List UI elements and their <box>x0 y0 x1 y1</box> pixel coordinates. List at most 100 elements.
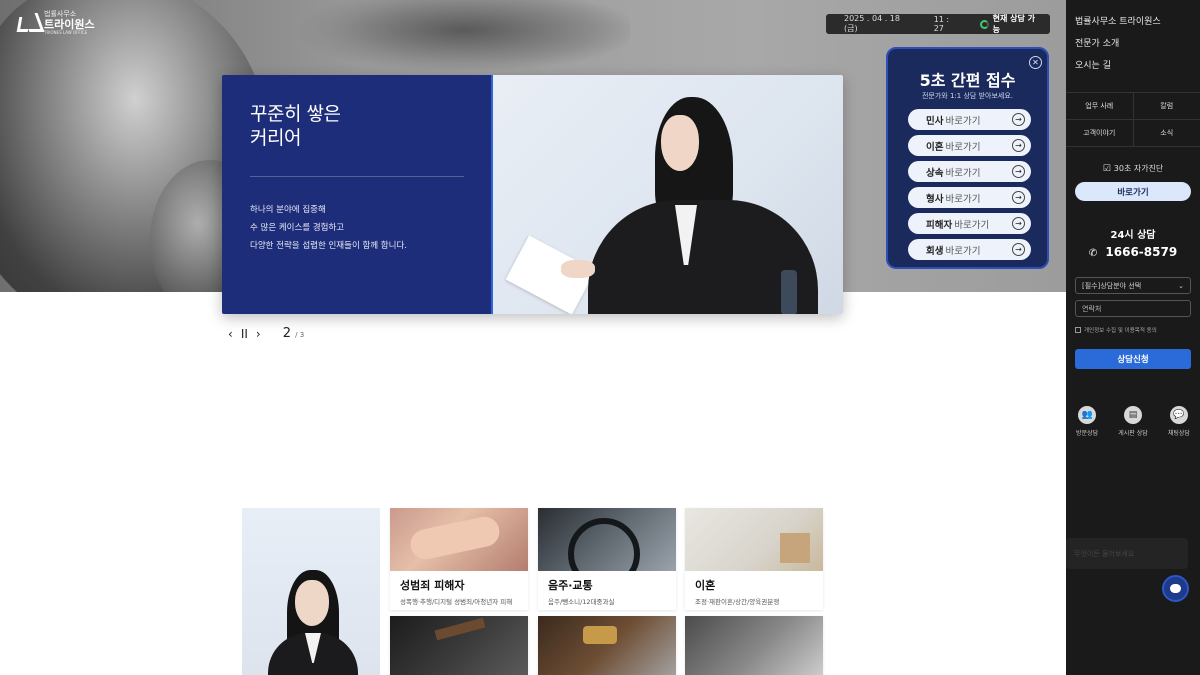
tab-cases[interactable]: 업무 사례 <box>1066 93 1133 119</box>
quick-link-list: 민사 바로가기 → 이혼 바로가기 → 상속 바로가기 → 형사 바로가기 → … <box>908 109 1031 260</box>
chat-bubble-icon: 💬 <box>1169 406 1188 424</box>
quick-subtitle: 전문가와 1:1 상담 받아보세요. <box>921 92 1013 100</box>
channel-label: 방문상담 <box>1076 430 1099 437</box>
tab-news[interactable]: 소식 <box>1132 120 1200 146</box>
quick-link-name: 이혼 <box>926 141 944 153</box>
ornament-decoration <box>300 0 630 70</box>
hours-label: 24시 상담 <box>1110 230 1156 241</box>
practice-card-sexual-crime-victim[interactable]: 성범죄 피해자 성폭행·추행/디지털 성범죄/아청년자 피해 <box>390 508 528 610</box>
quick-link-rehabilitation[interactable]: 회생 바로가기 → <box>908 239 1031 260</box>
privacy-agree[interactable]: 개인정보 수집 및 이용목적 동의 <box>1075 326 1157 334</box>
practice-title: 성범죄 피해자 <box>400 579 465 592</box>
people-icon: 👥 <box>1078 406 1097 424</box>
channel-label: 채팅상담 <box>1167 430 1190 437</box>
practice-card-row2-1[interactable] <box>390 616 528 675</box>
slide-photo <box>491 75 843 314</box>
quick-link-victim[interactable]: 피해자 바로가기 → <box>908 213 1031 234</box>
quick-link-suffix: 바로가기 <box>945 193 981 205</box>
quick-link-suffix: 바로가기 <box>945 141 981 153</box>
board-icon: ▤ <box>1123 406 1142 424</box>
hero-slide[interactable]: 꾸준히 쌓은 커리어 하나의 분야에 집중해 수 많은 케이스를 경험하고 다양… <box>222 75 843 314</box>
quick-link-name: 상속 <box>926 167 944 179</box>
slide-desc-line2: 수 많은 케이스를 경험하고 <box>250 223 345 233</box>
tab-row: 고객이야기 소식 <box>1066 120 1200 147</box>
quick-link-civil[interactable]: 민사 바로가기 → <box>908 109 1031 130</box>
quick-link-suffix: 바로가기 <box>954 219 990 231</box>
chat-launcher-icon[interactable] <box>1162 575 1189 602</box>
profile-face <box>295 580 329 626</box>
self-check-button[interactable]: 바로가기 <box>1075 182 1191 201</box>
logo-text: 법률사무소 트라이원스 TRIONES LAW OFFICE <box>44 11 95 35</box>
arrow-right-icon: → <box>1012 139 1025 152</box>
slide-description: 하나의 분야에 집중해 수 많은 케이스를 경험하고 다양한 전략을 섭렵한 인… <box>250 201 407 255</box>
slide-title-line2: 커리어 <box>250 127 301 149</box>
nav-firm[interactable]: 법률사무소 트라이원스 <box>1075 14 1161 27</box>
quick-link-suffix: 바로가기 <box>945 167 981 179</box>
agree-checkbox[interactable] <box>1075 327 1081 333</box>
date-status-bar: 2025 . 04 . 18 (금) 11 : 27 현재 상담 가능 <box>826 14 1050 34</box>
practice-card-row2-3[interactable] <box>685 616 823 675</box>
quick-link-name: 형사 <box>926 193 944 205</box>
channel-board[interactable]: ▤ 게시판 상담 <box>1118 406 1148 437</box>
consult-field-select[interactable]: [필수]상담분야 선택 ⌄ <box>1075 277 1191 294</box>
channel-visit[interactable]: 👥 방문상담 <box>1076 406 1098 437</box>
pause-icon[interactable]: II <box>241 327 248 341</box>
practice-title: 음주·교통 <box>548 579 593 592</box>
chair <box>781 270 797 314</box>
tab-row: 업무 사례 칼럼 <box>1066 93 1200 120</box>
practice-card-divorce[interactable]: 이혼 조정·재판이혼/상간/양육권분쟁 <box>685 508 823 610</box>
practice-title: 이혼 <box>695 579 716 592</box>
consult-status: 현재 상담 가능 <box>979 13 1042 35</box>
slide-desc-line1: 하나의 분야에 집중해 <box>250 205 326 215</box>
logo[interactable]: 법률사무소 트라이원스 TRIONES LAW OFFICE <box>16 11 95 35</box>
quick-consult-panel: ✕ 5초 간편 접수 전문가와 1:1 상담 받아보세요. 민사 바로가기 → … <box>886 47 1049 269</box>
chevron-down-icon: ⌄ <box>1178 281 1184 290</box>
quick-link-name: 회생 <box>926 245 944 257</box>
quick-link-name: 민사 <box>926 115 944 127</box>
practice-image <box>685 616 823 675</box>
arrow-right-icon: → <box>1012 243 1025 256</box>
quick-link-suffix: 바로가기 <box>945 115 981 127</box>
select-value: [필수]상담분야 선택 <box>1082 281 1142 290</box>
self-check-label: 30초 자가진단 <box>1066 163 1200 174</box>
slide-desc-line3: 다양한 전략을 섭렵한 인재들이 함께 합니다. <box>250 241 407 251</box>
quick-link-criminal[interactable]: 형사 바로가기 → <box>908 187 1031 208</box>
next-slide-icon[interactable]: › <box>256 327 261 341</box>
practice-label: 이혼 조정·재판이혼/상간/양육권분쟁 <box>685 571 823 606</box>
quick-link-inheritance[interactable]: 상속 바로가기 → <box>908 161 1031 182</box>
quick-title: 5초 간편 접수 <box>919 71 1016 90</box>
nav-directions[interactable]: 오시는 길 <box>1075 58 1161 71</box>
practice-card-dui-traffic[interactable]: 음주·교통 음주/뺑소니/12대중과실 <box>538 508 676 610</box>
logo-name: 트라이원스 <box>44 18 95 31</box>
slide-total: / 3 <box>295 331 305 339</box>
practice-subtitle: 성폭행·추행/디지털 성범죄/아청년자 피해 <box>400 598 513 606</box>
arrow-right-icon: → <box>1012 191 1025 204</box>
nav-experts[interactable]: 전문가 소개 <box>1075 36 1161 49</box>
contact-input[interactable]: 연락처 <box>1075 300 1191 317</box>
channel-chat[interactable]: 💬 채팅상담 <box>1168 406 1190 437</box>
consult-submit-button[interactable]: 상담신청 <box>1075 349 1191 369</box>
slide-current: 2 <box>282 326 291 341</box>
quick-link-name: 피해자 <box>926 219 953 231</box>
lawyer-profile-photo <box>242 508 380 675</box>
tab-column[interactable]: 칼럼 <box>1132 93 1200 119</box>
consult-channels: 👥 방문상담 ▤ 게시판 상담 💬 채팅상담 <box>1066 406 1200 437</box>
phone-number[interactable]: ✆ 1666-8579 <box>1066 245 1200 259</box>
phone-text: 1666-8579 <box>1105 245 1178 259</box>
practice-image <box>685 508 823 571</box>
logo-small-text: 법률사무소 <box>44 10 77 18</box>
lawyer-hand <box>561 260 595 278</box>
tab-stories[interactable]: 고객이야기 <box>1066 120 1133 146</box>
logo-mark-icon <box>16 13 40 33</box>
slide-title-line1: 꾸준히 쌓은 <box>250 103 341 125</box>
lawyer-face <box>661 115 699 171</box>
right-sidebar: 법률사무소 트라이원스 전문가 소개 오시는 길 업무 사례 칼럼 고객이야기 … <box>1066 0 1200 675</box>
quick-link-divorce[interactable]: 이혼 바로가기 → <box>908 135 1031 156</box>
prev-slide-icon[interactable]: ‹ <box>228 327 233 341</box>
logo-eng: TRIONES LAW OFFICE <box>44 30 88 35</box>
practice-card-row2-2[interactable] <box>538 616 676 675</box>
practice-label: 성범죄 피해자 성폭행·추행/디지털 성범죄/아청년자 피해 <box>390 571 528 606</box>
practice-image <box>538 616 676 675</box>
slide-counter: 2 / 3 <box>283 326 304 341</box>
quick-link-suffix: 바로가기 <box>945 245 981 257</box>
